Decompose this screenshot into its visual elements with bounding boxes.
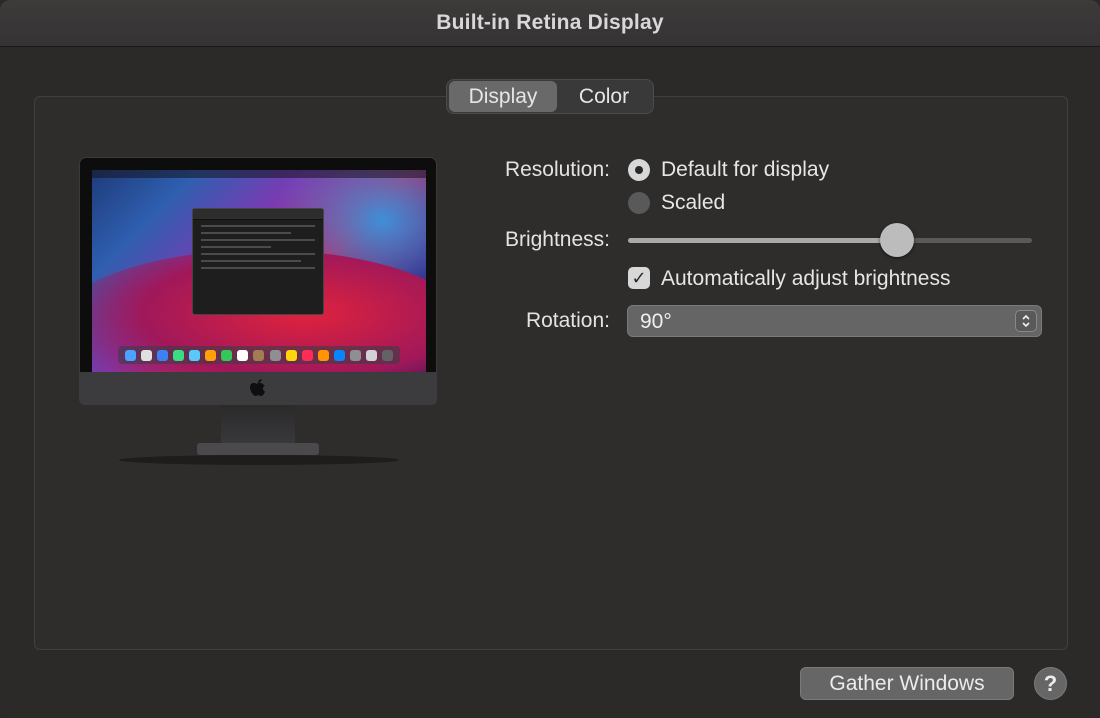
apple-logo-icon xyxy=(249,379,267,399)
window-title: Built-in Retina Display xyxy=(436,11,664,34)
title-bar: Built-in Retina Display xyxy=(0,0,1100,47)
auto-brightness-checkbox[interactable]: ✓ xyxy=(628,267,650,289)
imac-stand-neck xyxy=(221,405,295,447)
imac-stand-foot xyxy=(197,443,319,455)
updown-chevron-icon xyxy=(1015,310,1037,332)
brightness-slider-track[interactable] xyxy=(628,238,1032,243)
option-default-for-display-label[interactable]: Default for display xyxy=(661,158,829,182)
imac-menubar xyxy=(92,170,426,178)
brightness-label: Brightness: xyxy=(504,228,610,251)
tab-control: Display Color xyxy=(446,79,654,114)
imac-bezel xyxy=(79,157,437,373)
radio-default-for-display[interactable] xyxy=(628,159,650,181)
brightness-slider-knob[interactable] xyxy=(879,223,914,257)
help-icon[interactable]: ? xyxy=(1034,667,1067,700)
auto-brightness-label[interactable]: Automatically adjust brightness xyxy=(661,267,950,291)
gather-windows-button[interactable]: Gather Windows xyxy=(800,667,1014,700)
rotation-label: Rotation: xyxy=(525,309,610,332)
imac-screen xyxy=(92,170,426,372)
imac-app-window xyxy=(192,208,324,315)
tab-color[interactable]: Color xyxy=(557,81,651,112)
rotation-value: 90° xyxy=(640,310,672,333)
imac-illustration xyxy=(79,157,437,467)
imac-dock xyxy=(118,346,400,364)
radio-scaled[interactable] xyxy=(628,192,650,214)
checkmark-icon: ✓ xyxy=(631,268,647,288)
option-scaled-label[interactable]: Scaled xyxy=(661,191,725,215)
tab-display[interactable]: Display xyxy=(449,81,557,112)
resolution-label: Resolution: xyxy=(504,158,610,181)
display-preferences-window: Built-in Retina Display Display Color Re… xyxy=(0,0,1100,718)
rotation-select[interactable]: 90° xyxy=(627,305,1042,337)
brightness-slider-fill xyxy=(628,238,897,243)
